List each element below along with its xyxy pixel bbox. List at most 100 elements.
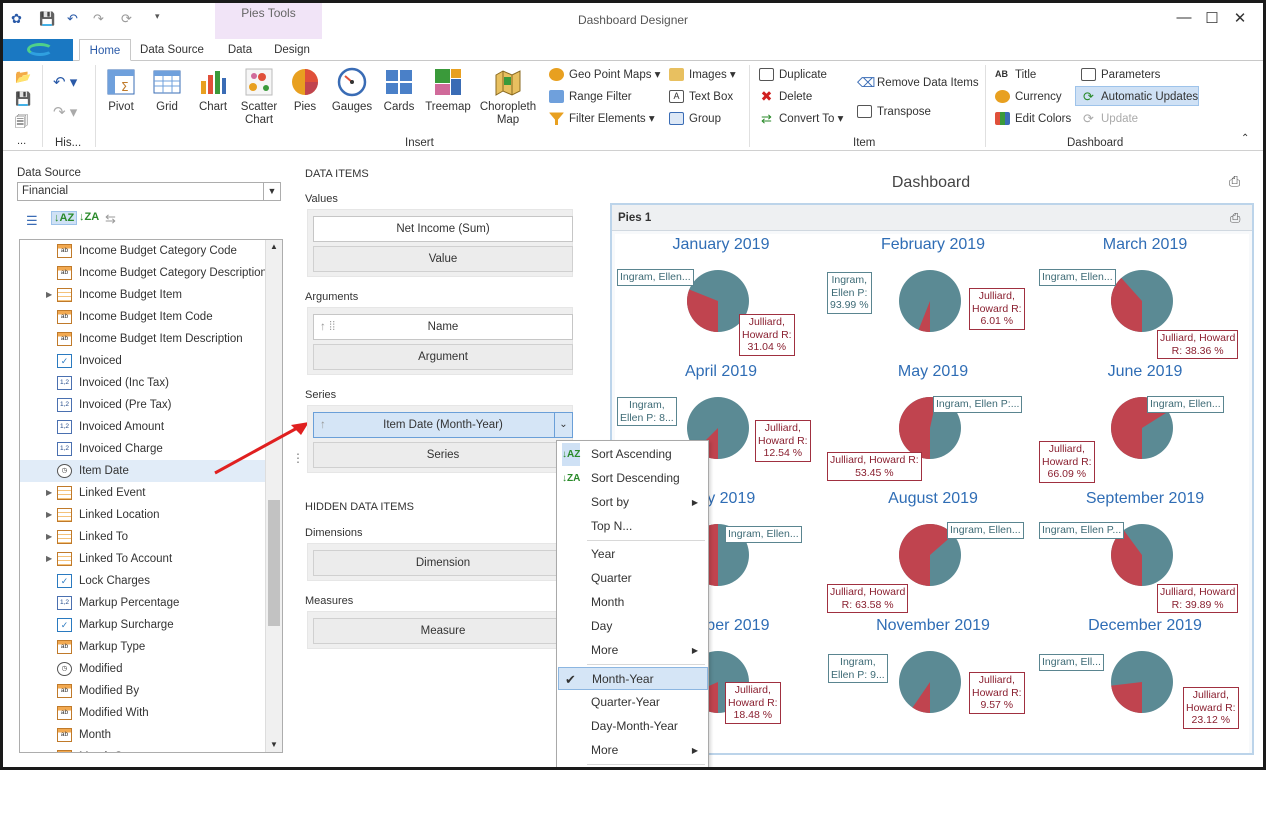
- field-item[interactable]: ◷ Modified: [20, 658, 266, 680]
- series-placeholder[interactable]: Series: [313, 442, 573, 468]
- treemap-button[interactable]: Treemap: [423, 67, 473, 114]
- expand-icon[interactable]: ▶: [46, 284, 52, 306]
- chevron-down-icon[interactable]: ⌄: [554, 413, 572, 437]
- edit-colors-button[interactable]: Edit Colors: [995, 109, 1071, 129]
- menu-item[interactable]: Year: [558, 543, 708, 566]
- parameters-button[interactable]: Parameters: [1081, 65, 1160, 85]
- field-item[interactable]: ab Income Budget Item Description: [20, 328, 266, 350]
- menu-item[interactable]: ↓ZA Sort Descending: [558, 467, 708, 490]
- range-filter-button[interactable]: Range Filter: [549, 87, 632, 107]
- menu-item[interactable]: More ▶: [558, 639, 708, 662]
- value-item-net-income[interactable]: Net Income (Sum): [313, 216, 573, 242]
- field-item[interactable]: ▶ Income Budget Item: [20, 284, 266, 306]
- tab-data[interactable]: Data: [215, 39, 265, 61]
- expand-icon[interactable]: ▶: [46, 504, 52, 526]
- group-button[interactable]: Group: [669, 109, 721, 129]
- field-item[interactable]: ▶ Linked To Account: [20, 548, 266, 570]
- convert-to-button[interactable]: ⇄ Convert To ▾: [759, 109, 843, 129]
- pie-chart[interactable]: [898, 650, 962, 714]
- transpose-button[interactable]: Transpose: [857, 102, 931, 122]
- sort-descending-icon[interactable]: ↓ZA: [79, 211, 99, 223]
- expand-icon[interactable]: ▶: [46, 526, 52, 548]
- menu-item[interactable]: Month: [558, 591, 708, 614]
- open-icon[interactable]: 📂: [15, 69, 31, 85]
- images-button[interactable]: Images ▾: [669, 65, 736, 85]
- menu-item[interactable]: Sort by ▶: [558, 491, 708, 514]
- pie-chart[interactable]: [1110, 269, 1174, 333]
- tab-data-source[interactable]: Data Source: [135, 39, 209, 61]
- pie-chart[interactable]: [898, 269, 962, 333]
- grid-button[interactable]: Grid: [147, 67, 187, 114]
- dimension-placeholder[interactable]: Dimension: [313, 550, 573, 576]
- menu-item[interactable]: Day-Month-Year: [558, 715, 708, 738]
- chevron-down-icon[interactable]: ▼: [263, 183, 280, 200]
- field-item[interactable]: ab Modified With: [20, 702, 266, 724]
- field-list-scrollbar[interactable]: ▲ ▼: [265, 240, 282, 752]
- delete-button[interactable]: ✖ Delete: [759, 87, 813, 107]
- field-item[interactable]: ab Month: [20, 724, 266, 746]
- export-icon[interactable]: ⎙: [1229, 173, 1240, 190]
- menu-item[interactable]: Top N...: [558, 515, 708, 538]
- field-item[interactable]: ▶ Linked To: [20, 526, 266, 548]
- tab-design[interactable]: Design: [267, 39, 317, 61]
- tab-home[interactable]: Home: [79, 39, 131, 61]
- field-item[interactable]: 1,2 Invoiced (Inc Tax): [20, 372, 266, 394]
- field-item[interactable]: ✓ Markup Surcharge: [20, 614, 266, 636]
- menu-item[interactable]: Quarter-Year: [558, 691, 708, 714]
- update-button[interactable]: ⟳ Update: [1081, 109, 1138, 129]
- geo-point-maps-button[interactable]: Geo Point Maps ▾: [549, 65, 660, 85]
- collapse-ribbon-icon[interactable]: ⌃: [1241, 133, 1249, 144]
- field-item[interactable]: ▶ Linked Event: [20, 482, 266, 504]
- menu-item[interactable]: Day: [558, 615, 708, 638]
- measure-placeholder[interactable]: Measure: [313, 618, 573, 644]
- choropleth-map-button[interactable]: Choropleth Map: [477, 67, 539, 127]
- cards-button[interactable]: Cards: [379, 67, 419, 114]
- text-box-button[interactable]: A Text Box: [669, 87, 733, 107]
- title-button[interactable]: AB Title: [995, 65, 1036, 85]
- menu-item[interactable]: ↓AZ Sort Ascending: [558, 443, 708, 466]
- field-item[interactable]: ab Markup Type: [20, 636, 266, 658]
- pies-export-icon[interactable]: ⎙: [1230, 205, 1240, 231]
- field-item[interactable]: ab Income Budget Item Code: [20, 306, 266, 328]
- field-item[interactable]: ab Month Q...: [20, 746, 266, 752]
- group-by-type-icon[interactable]: ☰: [26, 213, 38, 229]
- scroll-up-icon[interactable]: ▲: [270, 242, 278, 251]
- menu-item[interactable]: Quarter: [558, 567, 708, 590]
- value-placeholder[interactable]: Value: [313, 246, 573, 272]
- currency-button[interactable]: Currency: [995, 87, 1062, 107]
- close-icon[interactable]: ✕: [1229, 9, 1251, 27]
- refresh-fields-icon[interactable]: ⇆: [105, 211, 116, 227]
- field-list[interactable]: ab Income Budget Category Code ab Income Bu…: [19, 239, 283, 753]
- field-item[interactable]: 1,2 Invoiced (Pre Tax): [20, 394, 266, 416]
- menu-item[interactable]: More ▶: [558, 739, 708, 762]
- data-source-combo[interactable]: Financial ▼: [17, 182, 281, 201]
- field-item[interactable]: ✓ Invoiced: [20, 350, 266, 372]
- scroll-down-icon[interactable]: ▼: [270, 740, 278, 749]
- sort-ascending-icon[interactable]: ↓AZ: [51, 211, 78, 225]
- automatic-updates-button[interactable]: ⟳ Automatic Updates: [1075, 86, 1199, 106]
- field-item[interactable]: ab Modified By: [20, 680, 266, 702]
- field-item[interactable]: ✓ Lock Charges: [20, 570, 266, 592]
- expand-icon[interactable]: ▶: [46, 482, 52, 504]
- pies-button[interactable]: Pies: [285, 67, 325, 114]
- expand-icon[interactable]: ▶: [46, 548, 52, 570]
- chart-button[interactable]: Chart: [193, 67, 233, 114]
- pie-chart[interactable]: [1110, 650, 1174, 714]
- field-item[interactable]: ab Income Budget Category Description: [20, 262, 267, 284]
- argument-item-name[interactable]: ↑ ⁞⁞ Name: [313, 314, 573, 340]
- save-small-icon[interactable]: 💾: [15, 91, 31, 107]
- gauges-button[interactable]: Gauges: [329, 67, 375, 114]
- field-item[interactable]: ab Income Budget Category Code: [20, 240, 266, 262]
- history-undo-icon[interactable]: ↶ ▾: [53, 73, 77, 91]
- more-button[interactable]: ...: [17, 135, 26, 147]
- field-item[interactable]: ▶ Linked Location: [20, 504, 266, 526]
- scroll-thumb[interactable]: [268, 500, 280, 626]
- argument-placeholder[interactable]: Argument: [313, 344, 573, 370]
- series-item-date[interactable]: ↑ Item Date (Month-Year) ⌄: [313, 412, 573, 438]
- save-as-icon[interactable]: 🗐: [15, 113, 28, 135]
- duplicate-button[interactable]: Duplicate: [759, 65, 827, 85]
- pivot-button[interactable]: Σ Pivot: [101, 67, 141, 114]
- scatter-chart-button[interactable]: Scatter Chart: [235, 67, 283, 127]
- pie-1[interactable]: January 2019: [615, 234, 827, 361]
- file-menu-logo[interactable]: [3, 39, 73, 61]
